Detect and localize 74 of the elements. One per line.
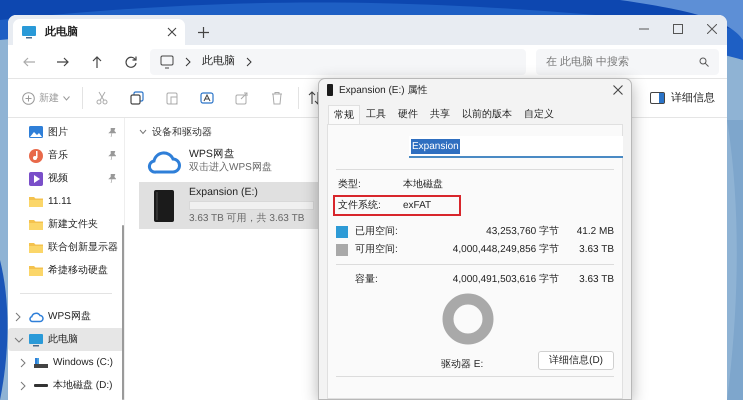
property-value: 本地磁盘	[403, 178, 443, 192]
property-label: 文件系统:	[338, 198, 382, 213]
rename-icon[interactable]	[200, 91, 214, 105]
search-icon	[699, 56, 709, 66]
chevron-icon	[184, 56, 192, 66]
drive-name: WPS网盘	[189, 147, 236, 161]
scrollbar[interactable]	[122, 225, 124, 400]
property-value: exFAT	[403, 199, 432, 213]
search-field[interactable]: 在 此电脑 中搜索	[536, 48, 719, 74]
drive-tile[interactable]: WPS网盘 双击进入WPS网盘	[139, 143, 318, 179]
dialog-tab[interactable]: 自定义	[519, 105, 559, 124]
dialog-tab[interactable]: 以前的版本	[457, 105, 517, 124]
video-icon	[28, 170, 44, 186]
hard-drive-icon	[153, 188, 175, 222]
size-value: 3.63 TB	[578, 273, 614, 287]
up-arrow-icon[interactable]	[90, 54, 104, 68]
sidebar-item[interactable]: 希捷移动硬盘	[8, 259, 124, 282]
drive-subtitle: 3.63 TB 可用，共 3.63 TB	[189, 212, 306, 226]
image-icon	[28, 124, 44, 140]
donut-chart-drawing	[442, 293, 494, 345]
tree-item[interactable]: WPS网盘	[8, 305, 124, 328]
property-label: 类型:	[338, 178, 362, 192]
panel-icon	[650, 92, 665, 104]
sidebar-item[interactable]: 联合创新显示器	[8, 236, 124, 259]
space-label: 可用空间:	[355, 242, 399, 257]
size-value: 3.63 TB	[578, 243, 614, 257]
dialog-title: Expansion (E:) 属性	[339, 84, 428, 98]
drive-tile[interactable]: Expansion (E:) 3.63 TB 可用，共 3.63 TB	[139, 182, 318, 229]
byte-count: 43,253,760 字节	[485, 224, 559, 239]
tree-item[interactable]: Windows (C:)	[8, 351, 124, 374]
refresh-icon[interactable]	[124, 54, 138, 68]
breadcrumb-item[interactable]: 此电脑	[202, 53, 235, 70]
maximize-icon[interactable]	[673, 24, 683, 34]
details-button[interactable]: 详细信息(D)	[538, 350, 614, 370]
tree-item[interactable]: 此电脑	[8, 328, 124, 351]
chevron-icon	[245, 56, 253, 66]
size-value: 41.2 MB	[576, 225, 614, 239]
caret-icon	[63, 96, 70, 100]
byte-count: 4,000,448,249,856 字节	[452, 242, 559, 257]
monitor-icon	[160, 54, 174, 68]
plus-circle-icon	[22, 92, 35, 104]
dialog-tab[interactable]: 硬件	[393, 105, 423, 124]
dialog-tab[interactable]: 共享	[425, 105, 455, 124]
byte-count: 4,000,491,503,616 字节	[452, 272, 559, 287]
forward-icon[interactable]	[56, 54, 70, 68]
drive-name: Expansion (E:)	[189, 185, 259, 199]
name-field[interactable]: Expansion	[409, 136, 623, 158]
close-icon[interactable]	[707, 24, 717, 34]
window-tab[interactable]: 此电脑	[13, 19, 185, 45]
close-icon[interactable]	[167, 27, 177, 37]
new-tab-icon[interactable]	[198, 26, 209, 38]
chevron-icon[interactable]	[14, 334, 24, 344]
dialog-tab[interactable]: 常规	[328, 105, 360, 124]
tree-item[interactable]: 本地磁盘 (D:)	[8, 374, 124, 397]
sidebar-item[interactable]: 新建文件夹	[8, 213, 124, 236]
details-pane-button[interactable]: 详细信息	[650, 85, 727, 111]
sidebar-item[interactable]: 音乐	[8, 144, 124, 167]
drive-label: 驱动器 E:	[441, 358, 484, 372]
copy-icon[interactable]	[130, 91, 144, 105]
sidebar-item[interactable]: 11.11	[8, 190, 124, 213]
sidebar-item[interactable]: 图片	[8, 121, 124, 144]
monitor-icon	[28, 332, 44, 348]
drive-icon	[34, 358, 48, 368]
music-icon	[28, 148, 44, 164]
dialog-tab[interactable]: 工具	[361, 105, 391, 124]
space-label: 已用空间:	[355, 224, 399, 239]
drive-subtitle: 双击进入WPS网盘	[189, 161, 273, 175]
space-label: 容量:	[355, 272, 379, 287]
monitor-icon	[21, 24, 37, 40]
sidebar-item[interactable]: 视频	[8, 167, 124, 190]
address-bar[interactable]: 此电脑	[150, 48, 526, 74]
close-icon[interactable]	[613, 85, 623, 95]
drive-icon	[327, 84, 333, 96]
drive-icon	[34, 384, 48, 387]
